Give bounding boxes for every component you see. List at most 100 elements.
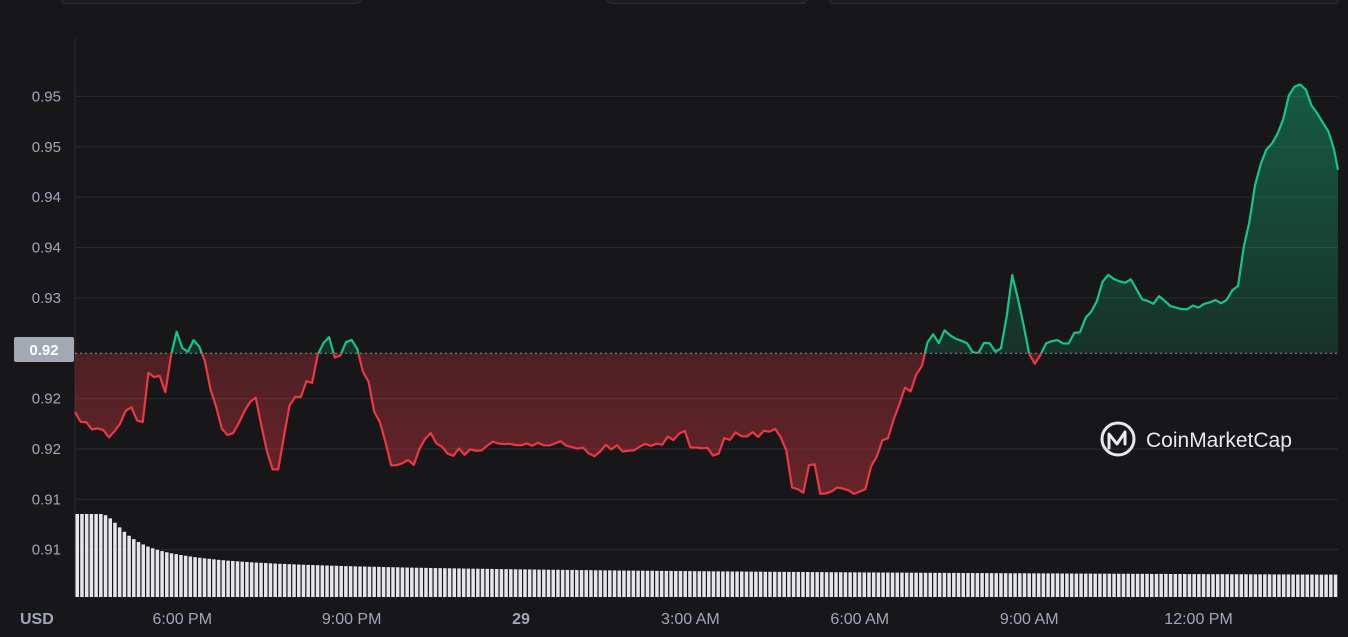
volume-bar	[160, 551, 164, 597]
volume-bar	[683, 571, 687, 597]
volume-bar	[970, 573, 975, 597]
volume-bar	[1022, 573, 1027, 597]
volume-bar	[518, 569, 522, 597]
volume-bar	[1154, 573, 1159, 597]
volume-bar	[1272, 574, 1277, 597]
watermark-text: CoinMarketCap	[1146, 429, 1292, 452]
volume-bar	[919, 572, 923, 597]
volume-bar	[428, 567, 433, 597]
volume-bar	[886, 572, 890, 597]
volume-bar	[245, 561, 249, 597]
volume-bar	[231, 560, 235, 597]
volume-bar	[551, 569, 555, 597]
volume-bar	[179, 555, 183, 597]
volume-bar	[1291, 574, 1295, 597]
volume-bar	[353, 566, 358, 597]
volume-bar	[688, 571, 692, 597]
volume-bar	[1248, 574, 1253, 597]
volume-bar	[476, 568, 480, 597]
volume-bar	[537, 569, 541, 597]
volume-bar	[881, 572, 885, 597]
volume-bar	[575, 570, 579, 597]
volume-bar	[556, 569, 560, 597]
volume-bar	[1324, 574, 1328, 597]
volume-bar	[739, 571, 744, 597]
volume-bar	[1036, 573, 1041, 597]
volume-bar	[787, 571, 791, 597]
price-chart[interactable]: 0.95 0.95 0.94 0.94 0.93 0.92 0.92 0.91 0.91 6:0…	[0, 0, 1348, 637]
volume-bar	[127, 535, 131, 597]
volume-bar	[1032, 573, 1036, 597]
x-tick-label: 6:00 AM	[830, 611, 889, 628]
volume-bar	[749, 571, 753, 597]
volume-bar	[1131, 573, 1135, 597]
volume-bar	[452, 568, 457, 597]
volume-bar	[1098, 573, 1102, 597]
volume-bar	[249, 562, 254, 597]
volume-bar	[725, 571, 730, 597]
volume-bar	[1329, 574, 1333, 597]
volume-bar	[183, 555, 188, 597]
volume-bar	[136, 541, 141, 597]
y-tick-label: 0.91	[32, 491, 61, 508]
volume-bar	[1206, 574, 1211, 597]
volume-bar	[1121, 573, 1126, 597]
volume-bar	[513, 569, 518, 597]
volume-bar	[202, 558, 207, 597]
volume-bar	[1258, 574, 1262, 597]
volume-bar	[834, 572, 838, 597]
volume-bar	[565, 569, 570, 597]
volume-bar	[1008, 573, 1013, 597]
volume-bar	[485, 568, 490, 597]
volume-bar	[264, 563, 268, 597]
volume-bar	[542, 569, 546, 597]
y-tick-label: 0.92	[32, 391, 61, 408]
volume-bar	[499, 569, 504, 597]
volume-bar	[254, 562, 259, 597]
volume-bar	[1286, 574, 1291, 597]
y-axis-ticks: 0.95 0.95 0.94 0.94 0.93 0.92 0.92 0.91 0.91	[32, 88, 61, 558]
volume-bar	[1135, 573, 1140, 597]
volume-bar	[377, 566, 381, 597]
volume-bar	[1305, 574, 1310, 597]
volume-bar	[815, 572, 819, 597]
reference-price-badge: 0.92	[14, 337, 74, 362]
volume-bar	[344, 566, 348, 597]
volume-bar	[636, 570, 640, 597]
volume-bar	[1192, 574, 1196, 597]
volume-bar	[1281, 574, 1286, 597]
volume-bar	[1225, 574, 1229, 597]
volume-bar	[777, 571, 782, 597]
volume-bar	[801, 572, 805, 597]
volume-bar	[117, 527, 122, 597]
volume-bar	[301, 564, 306, 597]
y-tick-label: 0.94	[32, 239, 61, 256]
volume-bar	[150, 548, 155, 597]
volume-bar	[655, 570, 659, 597]
volume-bar	[730, 571, 735, 597]
volume-bar	[1277, 574, 1281, 597]
x-tick-label: 3:00 AM	[661, 611, 720, 628]
volume-bar	[711, 571, 716, 597]
volume-bar	[132, 539, 136, 597]
volume-bar	[956, 572, 961, 597]
volume-bar	[216, 559, 221, 597]
volume-bar	[532, 569, 537, 597]
volume-bar	[890, 572, 895, 597]
volume-bar	[1220, 574, 1225, 597]
volume-bar	[763, 571, 768, 597]
volume-bar	[857, 572, 862, 597]
volume-bar	[791, 571, 796, 597]
volume-bar	[1230, 574, 1234, 597]
volume-bar	[1253, 574, 1258, 597]
volume-bar	[622, 570, 626, 597]
volume-bar	[1145, 573, 1149, 597]
volume-bar	[1244, 574, 1248, 597]
volume-bar	[952, 572, 956, 597]
volume-bar	[405, 567, 409, 597]
volume-bar	[1013, 573, 1017, 597]
volume-bar	[490, 568, 494, 597]
y-tick-label: 0.92	[32, 441, 61, 458]
volume-bar	[560, 569, 565, 597]
volume-bar	[198, 557, 202, 597]
